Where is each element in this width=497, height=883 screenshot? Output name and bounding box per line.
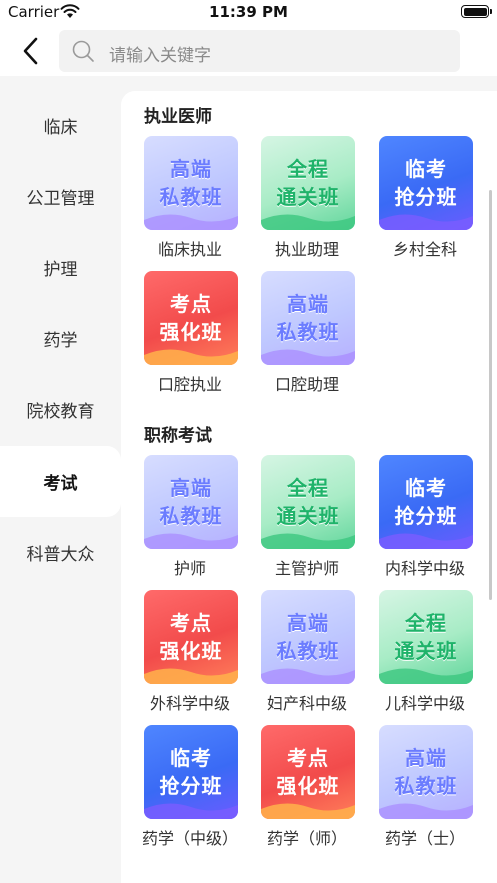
course-label: 乡村全科: [392, 240, 457, 259]
badge-line-2: 通关班: [394, 639, 458, 663]
sidebar-item-label: 药学: [43, 331, 78, 351]
course-thumbnail: 高端 私教班: [144, 136, 238, 230]
badge-line-2: 抢分班: [159, 774, 223, 798]
course-label: 口腔执业: [157, 375, 222, 394]
badge-line-2: 私教班: [159, 504, 223, 528]
course-label: 儿科学中级: [384, 694, 465, 713]
badge-line-2: 私教班: [394, 774, 458, 798]
sidebar-item-label: 考试: [43, 474, 78, 494]
sidebar-item-college-education[interactable]: 院校教育: [0, 374, 121, 445]
section-title: 职称考试: [144, 426, 212, 446]
wave-decoration: [379, 668, 473, 684]
badge-line-2: 通关班: [276, 504, 340, 528]
sidebar-item-exam[interactable]: 考试: [0, 446, 121, 517]
course-thumbnail: 临考 抢分班: [379, 455, 473, 549]
wave-decoration: [261, 349, 355, 365]
badge-line-2: 强化班: [276, 774, 340, 798]
badge-line-2: 抢分班: [394, 504, 458, 528]
badge-line-1: 考点: [170, 292, 212, 316]
course-label: 妇产科中级: [266, 694, 347, 713]
scrollbar[interactable]: [489, 190, 492, 600]
section-title: 执业医师: [144, 107, 212, 127]
category-sidebar: 临床 公卫管理 护理 药学 院校教育 考试 科普大众: [0, 76, 121, 883]
sidebar-item-nursing[interactable]: 护理: [0, 232, 121, 303]
badge-line-2: 私教班: [159, 185, 223, 209]
course-label: 药学（中级）: [142, 829, 239, 848]
search-input[interactable]: 请输入关键字: [59, 30, 460, 72]
badge-line-2: 私教班: [276, 320, 340, 344]
sidebar-item-label: 公卫管理: [26, 189, 95, 209]
badge-line-1: 全程: [405, 611, 447, 635]
course-thumbnail: 高端 私教班: [261, 590, 355, 684]
wave-decoration: [144, 668, 238, 684]
sidebar-item-label: 科普大众: [26, 545, 95, 565]
course-label: 内科学中级: [384, 559, 465, 578]
course-label: 临床执业: [157, 240, 222, 259]
badge-line-1: 高端: [405, 746, 447, 770]
course-label: 药学（士）: [384, 829, 465, 848]
badge-line-1: 高端: [170, 476, 212, 500]
course-thumbnail: 考点 强化班: [144, 271, 238, 365]
wave-decoration: [261, 533, 355, 549]
course-thumbnail: 高端 私教班: [144, 455, 238, 549]
wave-decoration: [379, 533, 473, 549]
status-time: 11:39 PM: [209, 3, 288, 21]
main-area: 临床 公卫管理 护理 药学 院校教育 考试 科普大众 执业医师 高端 私教班 临…: [0, 76, 497, 883]
badge-line-1: 高端: [170, 157, 212, 181]
badge-line-2: 强化班: [159, 639, 223, 663]
sidebar-item-clinical[interactable]: 临床: [0, 90, 121, 161]
battery-icon: [461, 5, 492, 18]
course-label: 主管护师: [274, 559, 339, 578]
course-thumbnail: 高端 私教班: [261, 271, 355, 365]
badge-line-1: 全程: [287, 157, 329, 181]
badge-line-1: 考点: [287, 746, 329, 770]
search-placeholder: 请输入关键字: [109, 46, 211, 66]
sidebar-item-popular-science[interactable]: 科普大众: [0, 517, 121, 588]
wave-decoration: [144, 214, 238, 230]
course-thumbnail: 高端 私教班: [379, 725, 473, 819]
course-thumbnail: 考点 强化班: [144, 590, 238, 684]
wave-decoration: [379, 214, 473, 230]
sidebar-item-public-health[interactable]: 公卫管理: [0, 161, 121, 232]
badge-line-1: 临考: [405, 476, 447, 500]
course-thumbnail: 临考 抢分班: [144, 725, 238, 819]
course-thumbnail: 临考 抢分班: [379, 136, 473, 230]
sidebar-item-pharmacy[interactable]: 药学: [0, 303, 121, 374]
sidebar-item-label: 护理: [43, 260, 78, 280]
course-label: 护师: [173, 559, 206, 578]
course-thumbnail: 考点 强化班: [261, 725, 355, 819]
wave-decoration: [144, 533, 238, 549]
course-thumbnail: 全程 通关班: [261, 136, 355, 230]
course-thumbnail: 全程 通关班: [379, 590, 473, 684]
wave-decoration: [261, 214, 355, 230]
wave-decoration: [144, 349, 238, 365]
course-label: 口腔助理: [274, 375, 339, 394]
header: 请输入关键字: [0, 26, 497, 76]
course-label: 外科学中级: [149, 694, 230, 713]
badge-line-1: 高端: [287, 292, 329, 316]
course-label: 药学（师）: [266, 829, 347, 848]
badge-line-1: 临考: [405, 157, 447, 181]
sidebar-item-label: 临床: [43, 118, 78, 138]
wave-decoration: [379, 803, 473, 819]
search-icon: [72, 40, 94, 62]
course-label: 执业助理: [274, 240, 339, 259]
wave-decoration: [261, 803, 355, 819]
back-button[interactable]: [14, 34, 48, 68]
badge-line-1: 全程: [287, 476, 329, 500]
badge-line-1: 高端: [287, 611, 329, 635]
badge-line-2: 强化班: [159, 320, 223, 344]
badge-line-1: 临考: [170, 746, 212, 770]
badge-line-1: 考点: [170, 611, 212, 635]
course-thumbnail: 全程 通关班: [261, 455, 355, 549]
course-panel: 执业医师 高端 私教班 临床执业 全程 通关班 执业助理 临考 抢分班 乡村全科…: [121, 91, 497, 883]
wave-decoration: [261, 668, 355, 684]
status-bar: Carrier 11:39 PM: [0, 0, 497, 26]
badge-line-2: 私教班: [276, 639, 340, 663]
sidebar-item-label: 院校教育: [26, 402, 95, 422]
badge-line-2: 通关班: [276, 185, 340, 209]
badge-line-2: 抢分班: [394, 185, 458, 209]
wave-decoration: [144, 803, 238, 819]
